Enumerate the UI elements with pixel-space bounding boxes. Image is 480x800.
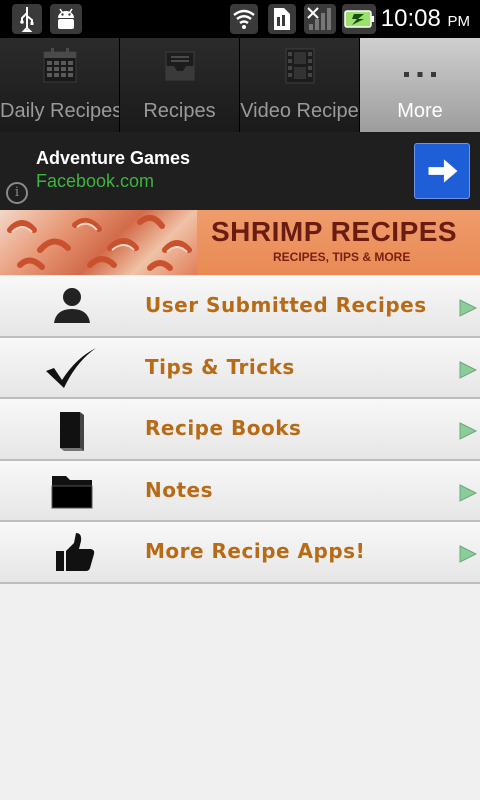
folder-icon [51,475,93,508]
chevron-right-icon [459,360,478,379]
menu-item-label: Notes [145,477,214,502]
person-icon [54,288,90,323]
header-title-banner: SHRIMP RECIPES RECIPES, TIPS & MORE [197,210,480,275]
tab-daily-recipes[interactable]: Daily Recipes [0,38,120,132]
status-bar: 10:08 PM [0,0,480,38]
tab-video-recipe[interactable]: Video Recipe [240,38,360,132]
inbox-tray-icon [165,51,195,81]
menu-item-label: Recipe Books [145,416,302,440]
tab-more[interactable]: More [360,38,480,132]
film-strip-icon [285,48,315,84]
more-dots-icon [404,72,436,77]
tab-bar: Daily Recipes Recipes Video Recipe More [0,38,480,132]
android-debug-icon [50,4,82,34]
battery-charging-icon [342,4,376,34]
sim-icon [268,4,296,34]
thumbs-up-icon [56,533,95,571]
menu-item-more-recipe-apps[interactable]: More Recipe Apps! [0,522,480,584]
ad-banner[interactable]: Adventure Games Facebook.com i [0,132,480,210]
tab-label: Video Recipe [240,100,359,122]
checkmark-icon [46,347,96,388]
header-banner: SHRIMP RECIPES RECIPES, TIPS & MORE [0,210,480,275]
status-clock: 10:08 PM [380,5,470,32]
info-icon[interactable]: i [6,182,28,204]
wifi-icon [230,4,258,34]
arrow-right-icon[interactable] [414,143,470,199]
shrimp-photo [0,210,197,275]
menu-item-label: More Recipe Apps! [145,539,366,563]
calendar-icon [43,48,77,83]
usb-icon [12,4,42,34]
menu-item-recipe-books[interactable]: Recipe Books [0,399,480,461]
chevron-right-icon [459,545,478,563]
tab-recipes[interactable]: Recipes [120,38,240,132]
header-subtitle: RECIPES, TIPS & MORE [273,250,411,264]
menu-item-notes[interactable]: Notes [0,460,480,522]
menu-item-user-submitted-recipes[interactable]: User Submitted Recipes [0,276,480,338]
ad-subtitle: Facebook.com [36,171,155,191]
chevron-right-icon [459,299,478,317]
signal-icon [304,4,336,34]
tab-label: Daily Recipes [0,100,119,122]
menu-item-label: Tips & Tricks [145,354,295,379]
menu-list: User Submitted Recipes Tips & Tricks Rec… [0,276,480,584]
tab-label: Recipes [143,100,216,122]
tab-label: More [397,100,443,122]
book-icon [60,412,84,451]
header-title: SHRIMP RECIPES [211,216,458,247]
chevron-right-icon [459,422,478,440]
ad-title: Adventure Games [36,148,191,168]
menu-item-label: User Submitted Recipes [145,293,427,317]
chevron-right-icon [459,483,478,502]
menu-item-tips-tricks[interactable]: Tips & Tricks [0,337,480,399]
